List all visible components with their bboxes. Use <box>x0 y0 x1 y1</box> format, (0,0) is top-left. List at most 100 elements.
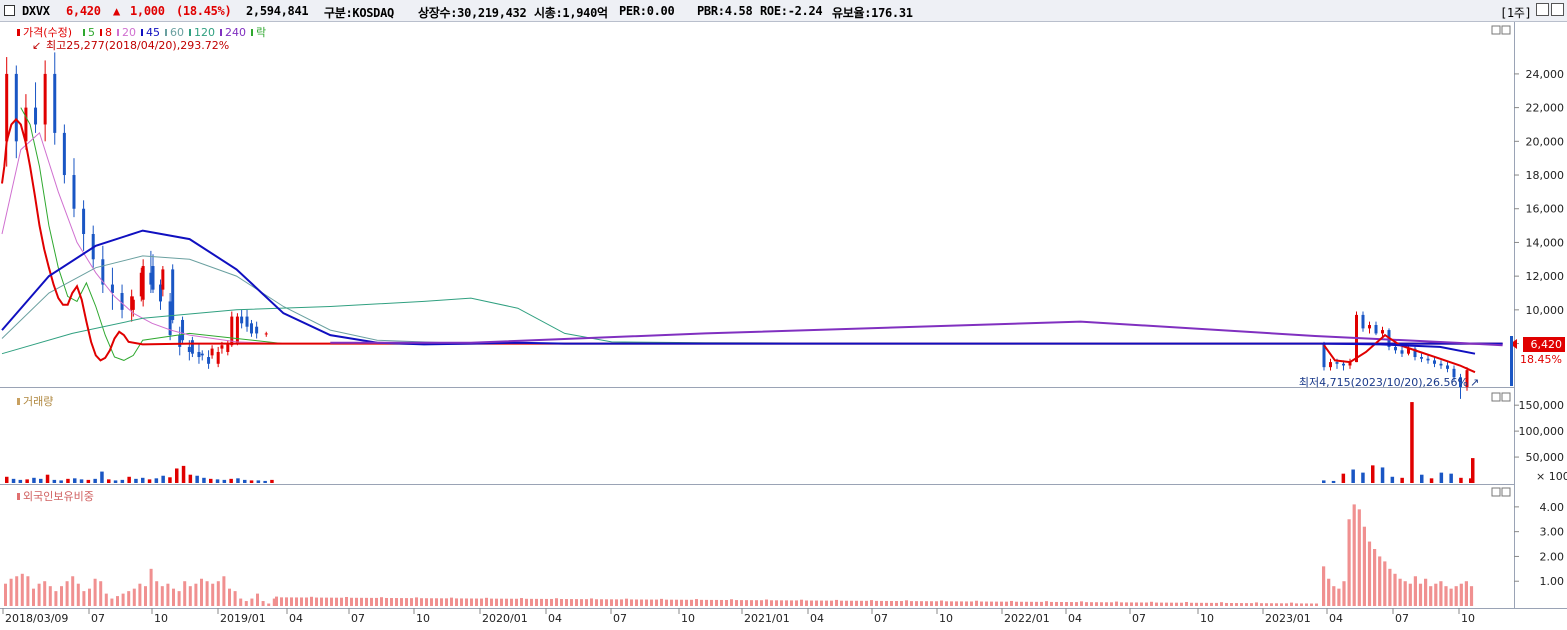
foreign-bar <box>905 600 908 606</box>
foreign-bar <box>1250 603 1253 606</box>
foreign-bar <box>121 593 125 606</box>
foreign-bar <box>565 599 568 606</box>
foreign-bar <box>1235 603 1238 606</box>
volume-maximize-icon[interactable] <box>1491 392 1501 402</box>
foreign-bar <box>330 597 333 606</box>
foreign-bar <box>1255 602 1258 606</box>
foreign-bar <box>645 599 648 606</box>
foreign-bar <box>315 597 318 606</box>
foreign-bar <box>370 597 373 606</box>
foreign-bar <box>895 601 898 606</box>
candle-body <box>131 299 135 310</box>
foreign-bar <box>1230 603 1233 606</box>
high-price-note: 최고25,277(2018/04/20),293.72% <box>46 39 229 52</box>
candle-body <box>181 319 185 341</box>
close-button[interactable] <box>1551 3 1564 16</box>
foreign-bar <box>490 598 493 606</box>
low-price-note: 최저4,715(2023/10/20),26.56% <box>1299 376 1468 389</box>
foreign-bar <box>1444 586 1448 606</box>
fall-legend-swatch <box>251 29 253 36</box>
foreign-bar <box>550 598 553 606</box>
volume-bar <box>66 478 70 483</box>
ma-legend-label: 60 <box>170 26 184 39</box>
per-value: PER:0.00 <box>619 4 675 18</box>
foreign-bar <box>48 586 52 606</box>
date-tick-label: 10 <box>1200 612 1214 625</box>
foreign-bar <box>855 600 858 606</box>
foreign-bar <box>71 576 75 606</box>
foreign-bar <box>620 599 623 606</box>
panel-close-icon[interactable] <box>1501 25 1511 35</box>
foreign-bar <box>460 598 463 606</box>
foreign-bar <box>1245 603 1248 606</box>
candle-body <box>1329 362 1332 368</box>
volume-bar <box>59 480 63 483</box>
volume-panel-title: 거래량 <box>23 395 53 408</box>
date-tick-label: 04 <box>1329 612 1343 625</box>
candle-body <box>255 326 259 334</box>
minimize-button[interactable] <box>1536 3 1549 16</box>
foreign-bar <box>965 601 968 606</box>
volume-bar <box>79 479 84 483</box>
foreign-bar <box>480 598 483 606</box>
foreign-bar <box>149 568 153 606</box>
candle-body <box>34 107 38 125</box>
foreign-bar <box>104 593 108 606</box>
candle-body <box>197 351 201 358</box>
pbr-value: PBR:4.58 <box>697 4 753 18</box>
period-button[interactable]: [1주] <box>1500 4 1532 21</box>
foreign-bar <box>440 598 443 606</box>
volume-bar <box>39 478 43 483</box>
ticker-symbol: DXVX <box>22 4 50 18</box>
foreign-bar <box>275 596 278 606</box>
volume-close-icon[interactable] <box>1501 392 1511 402</box>
last-price-box-label: 6,420 <box>1531 338 1563 351</box>
panel-maximize-icon[interactable] <box>1491 25 1501 35</box>
foreign-bar <box>1010 600 1013 606</box>
ma-legend-swatch <box>165 29 167 36</box>
foreign-bar <box>760 600 763 606</box>
candle-body <box>1361 314 1365 329</box>
volume-bar <box>1331 480 1336 483</box>
foreign-bar <box>570 599 573 606</box>
select-checkbox[interactable] <box>4 5 15 16</box>
volume-bar <box>1400 477 1404 483</box>
foreign-bar <box>1352 504 1356 606</box>
foreign-bar <box>183 581 187 606</box>
ma-legend-label: 120 <box>194 26 215 39</box>
price-tick-label: 10,000 <box>1526 304 1565 317</box>
volume-bar <box>188 474 193 483</box>
foreign-bar <box>665 599 668 606</box>
foreign-bar <box>650 599 653 606</box>
foreign-bar <box>155 581 159 606</box>
trade-volume: 2,594,841 <box>246 4 309 18</box>
foreign-bar <box>138 583 142 606</box>
volume-bar <box>1439 472 1444 483</box>
volume-bar <box>222 479 227 483</box>
candle-body <box>240 316 244 324</box>
foreign-close-icon[interactable] <box>1501 487 1511 497</box>
price-tick-label: 14,000 <box>1526 236 1565 249</box>
foreign-bar <box>655 599 658 606</box>
change-arrow-icon: ▲ <box>113 4 120 18</box>
foreign-bar <box>955 601 958 606</box>
volume-tick-label: 150,000 <box>1519 399 1565 412</box>
foreign-bar <box>82 591 86 606</box>
foreign-bar <box>960 601 963 606</box>
candle-body <box>141 266 145 300</box>
foreign-bar <box>980 601 983 606</box>
date-tick-label: 2020/01 <box>482 612 528 625</box>
foreign-bar <box>715 599 718 606</box>
foreign-bar <box>880 600 883 606</box>
foreign-bar <box>325 597 328 606</box>
foreign-bar <box>1275 603 1278 606</box>
foreign-maximize-icon[interactable] <box>1491 487 1501 497</box>
date-tick-label: 2023/01 <box>1265 612 1311 625</box>
foreign-bar <box>780 600 783 606</box>
foreign-bar <box>890 600 893 606</box>
volume-unit-label: × 100 <box>1536 470 1567 483</box>
foreign-bar <box>680 599 683 606</box>
foreign-bar <box>1140 602 1143 606</box>
foreign-bar <box>65 581 69 606</box>
ma-legend-label: 8 <box>105 26 112 39</box>
